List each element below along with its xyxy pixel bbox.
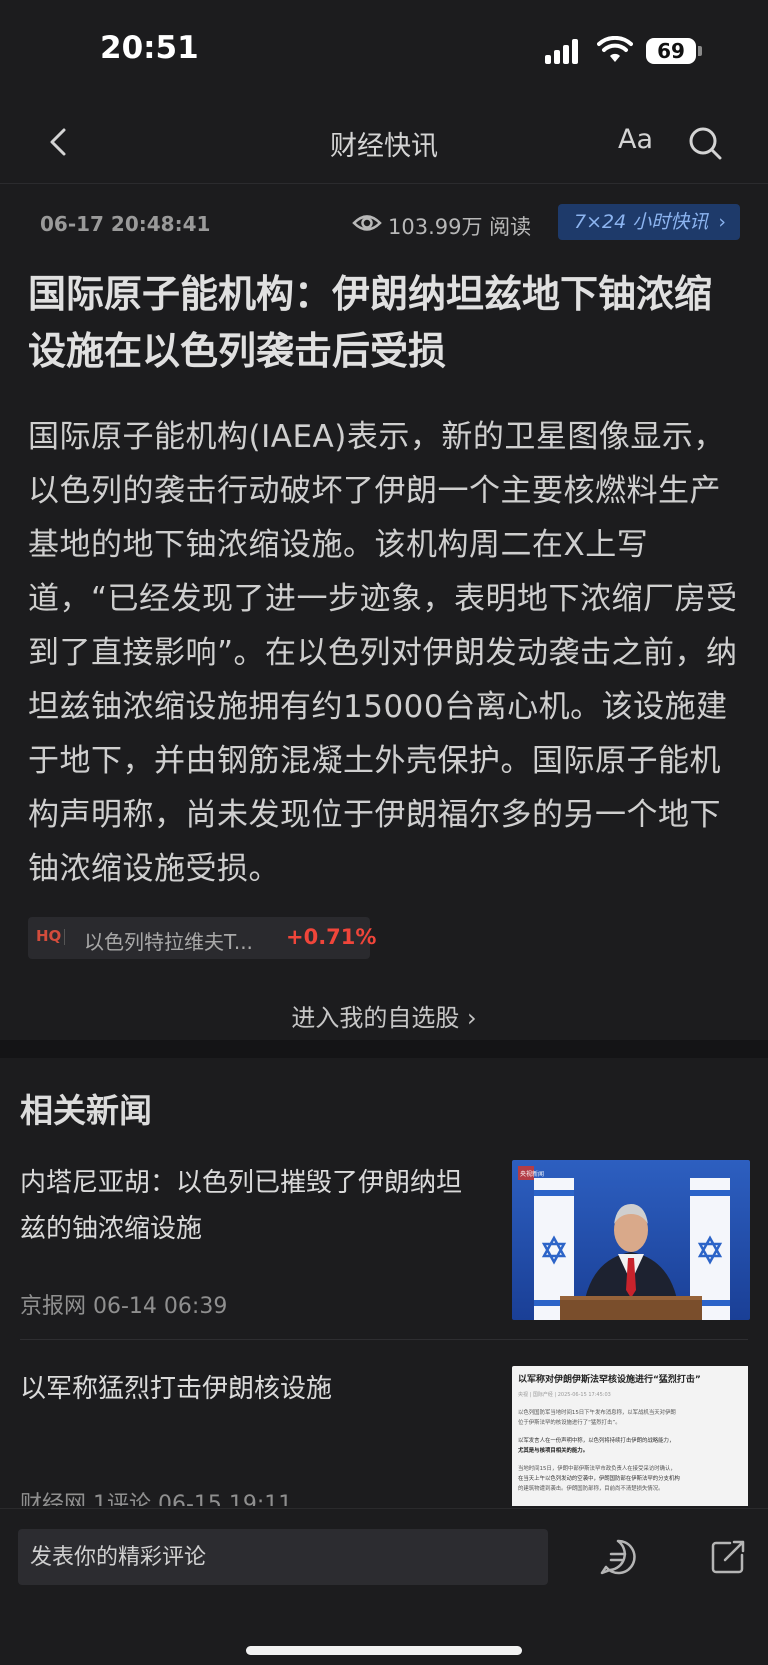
thumb-heading: 以军称对伊朗伊斯法罕核设施进行“猛烈打击” bbox=[518, 1373, 701, 1385]
back-arrow-icon[interactable] bbox=[36, 118, 84, 166]
eye-icon bbox=[352, 215, 382, 231]
home-indicator bbox=[246, 1646, 522, 1655]
stock-chip[interactable]: HQ 以色列特拉维夫T... +0.71% bbox=[28, 917, 376, 959]
news-meta: 财经网 1评论 06-15 19:11 bbox=[20, 1492, 293, 1506]
thumb-line: 位于伊斯法罕的核设施进行了“猛烈打击”。 bbox=[518, 1418, 621, 1426]
wifi-icon bbox=[597, 36, 633, 62]
news-title: 以军称猛烈打击伊朗核设施 bbox=[20, 1374, 333, 1404]
font-size-button[interactable]: Aa bbox=[618, 124, 653, 155]
battery-cap bbox=[698, 46, 702, 56]
bottom-bar bbox=[0, 1508, 768, 1665]
related-news-item[interactable]: 以军称猛烈打击伊朗核设施 财经网 1评论 06-15 19:11 以军称对伊朗伊… bbox=[20, 1366, 748, 1506]
cellular-signal-icon bbox=[545, 38, 585, 64]
chevron-right-icon: › bbox=[718, 211, 726, 233]
view-count: 103.99万 阅读 bbox=[388, 215, 532, 239]
divider bbox=[64, 929, 65, 945]
live-news-badge[interactable]: 7×24 小时快讯 › bbox=[558, 204, 740, 240]
battery-icon: 69 bbox=[646, 38, 696, 64]
article-body: 国际原子能机构(IAEA)表示，新的卫星图像显示，以色列的袭击行动破坏了伊朗一个… bbox=[28, 419, 738, 887]
thumb-line: 在当天上午以色列发动的空袭中，伊朗国防部在伊斯法罕的分支机构 bbox=[518, 1474, 680, 1482]
news-thumbnail: 央视新闻 bbox=[512, 1160, 750, 1320]
chevron-right-icon: › bbox=[467, 1004, 477, 1032]
news-title: 内塔尼亚胡：以色列已摧毁了伊朗纳坦兹的铀浓缩设施 bbox=[20, 1168, 463, 1244]
share-icon[interactable] bbox=[708, 1537, 748, 1577]
logo-text: 央视新闻 bbox=[520, 1170, 544, 1178]
nav-bar: 财经快讯 Aa bbox=[0, 100, 768, 184]
badge-label: 7×24 小时快讯 bbox=[574, 211, 709, 233]
publish-time: 06-17 20:48:41 bbox=[40, 212, 211, 236]
comment-icon[interactable] bbox=[598, 1537, 638, 1577]
news-meta: 京报网 06-14 06:39 bbox=[20, 1294, 228, 1319]
thumb-line: 的建筑物遭到袭击。伊朗国防部称，目前尚不清楚损失情况。 bbox=[518, 1484, 664, 1492]
stock-name: 以色列特拉维夫T... bbox=[84, 930, 253, 954]
watchlist-link[interactable]: 进入我的自选股 › bbox=[0, 998, 768, 1033]
hq-tag: HQ bbox=[36, 927, 62, 945]
article-meta: 06-17 20:48:41 103.99万 阅读 7×24 小时快讯 › bbox=[0, 204, 768, 244]
thumb-line: 以军发言人在一份声明中称，以色列将持续打击伊朗的战略能力， bbox=[518, 1436, 674, 1444]
thumb-line: 当地时间15日，伊朗中部伊斯法罕市政负责人在接受采访时确认， bbox=[518, 1464, 676, 1472]
related-news-heading: 相关新闻 bbox=[20, 1091, 152, 1130]
section-divider bbox=[0, 1040, 768, 1058]
status-bar: 20:51 69 bbox=[0, 0, 768, 100]
search-icon[interactable] bbox=[688, 126, 722, 160]
related-news-item[interactable]: 内塔尼亚胡：以色列已摧毁了伊朗纳坦兹的铀浓缩设施 京报网 06-14 06:39 bbox=[20, 1160, 750, 1340]
thumb-line: 尤其是与核项目相关的能力。 bbox=[517, 1446, 588, 1454]
thumb-subline: 央视 | 国际产经 | 2025-06-15 17:45:03 bbox=[518, 1391, 611, 1398]
watchlist-link-label: 进入我的自选股 bbox=[291, 1004, 460, 1032]
stock-change: +0.71% bbox=[286, 925, 377, 949]
news-thumbnail: 以军称对伊朗伊斯法罕核设施进行“猛烈打击” 央视 | 国际产经 | 2025-0… bbox=[512, 1366, 748, 1506]
status-time: 20:51 bbox=[100, 30, 199, 66]
article-headline: 国际原子能机构：伊朗纳坦兹地下铀浓缩设施在以色列袭击后受损 bbox=[28, 272, 713, 373]
thumb-line: 以色列国防军当地时间15日下午发布消息称，以军战机当天对伊朗 bbox=[518, 1408, 676, 1416]
comment-input[interactable] bbox=[18, 1529, 548, 1585]
